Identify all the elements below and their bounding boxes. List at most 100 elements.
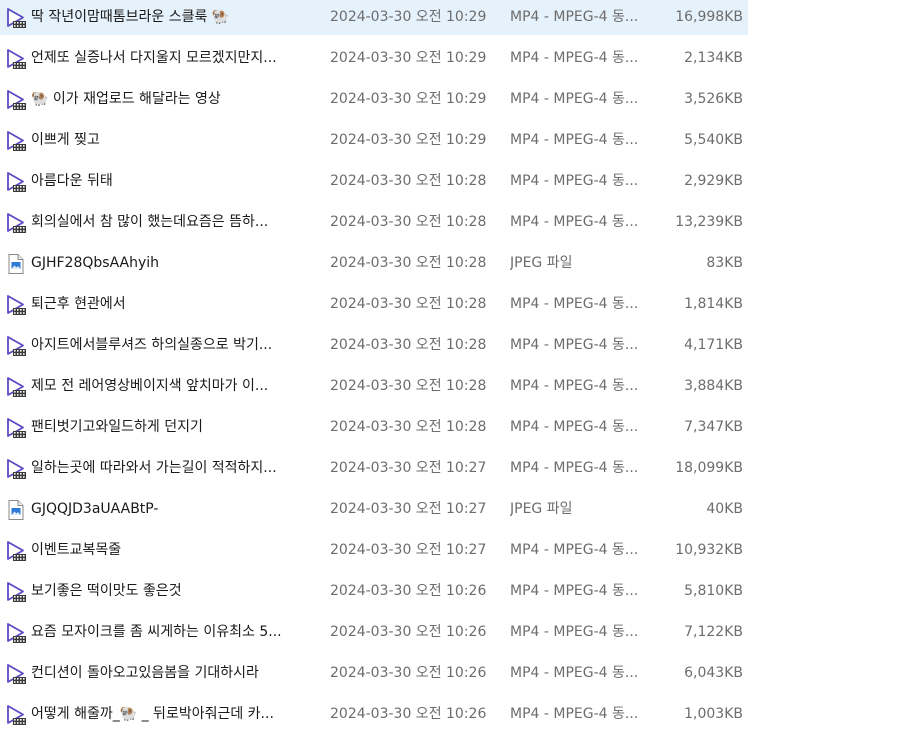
file-type: MP4 - MPEG-4 동...	[510, 378, 639, 394]
file-date-modified: 2024-03-30 오전 10:26	[330, 583, 487, 599]
file-date-modified: 2024-03-30 오전 10:28	[330, 378, 487, 394]
file-type: MP4 - MPEG-4 동...	[510, 624, 639, 640]
file-size: 2,134KB	[684, 50, 743, 66]
file-type: MP4 - MPEG-4 동...	[510, 214, 639, 230]
file-size: 1,814KB	[684, 296, 743, 312]
file-size: 10,932KB	[675, 542, 743, 558]
file-size: 83KB	[706, 255, 743, 271]
video-file-icon	[5, 622, 27, 644]
video-file-icon	[5, 704, 27, 726]
file-name: GJQQJD3aUAABtP-	[31, 501, 159, 517]
file-type: MP4 - MPEG-4 동...	[510, 460, 639, 476]
file-name: 팬티벗기고와일드하게 던지기	[31, 419, 203, 435]
file-name: 어떻게 해줄까_🐏 _ 뒤로박아줘근데 카...	[31, 706, 274, 722]
video-file-icon	[5, 294, 27, 316]
file-type: JPEG 파일	[510, 501, 573, 517]
file-size: 13,239KB	[675, 214, 743, 230]
file-size: 7,122KB	[684, 624, 743, 640]
file-date-modified: 2024-03-30 오전 10:28	[330, 337, 487, 353]
file-name: 제모 전 레어영상베이지색 앞치마가 이...	[31, 378, 269, 394]
file-row[interactable]: 보기좋은 떡이맛도 좋은것 2024-03-30 오전 10:26 MP4 - …	[0, 574, 748, 609]
file-date-modified: 2024-03-30 오전 10:28	[330, 296, 487, 312]
file-size: 4,171KB	[684, 337, 743, 353]
file-row[interactable]: 팬티벗기고와일드하게 던지기 2024-03-30 오전 10:28 MP4 -…	[0, 410, 748, 445]
jpeg-file-icon	[5, 253, 27, 275]
file-name: 아름다운 뒤태	[31, 173, 113, 189]
file-row[interactable]: 이쁘게 찢고 2024-03-30 오전 10:29 MP4 - MPEG-4 …	[0, 123, 748, 158]
video-file-icon	[5, 89, 27, 111]
video-file-icon	[5, 540, 27, 562]
file-row[interactable]: 퇴근후 현관에서 2024-03-30 오전 10:28 MP4 - MPEG-…	[0, 287, 748, 322]
video-file-icon	[5, 7, 27, 29]
file-size: 5,810KB	[684, 583, 743, 599]
file-row[interactable]: 아지트에서블루셔즈 하의실종으로 박기... 2024-03-30 오전 10:…	[0, 328, 748, 363]
file-type: MP4 - MPEG-4 동...	[510, 419, 639, 435]
file-date-modified: 2024-03-30 오전 10:26	[330, 706, 487, 722]
file-name: 회의실에서 참 많이 했는데요즘은 뜸하...	[31, 214, 269, 230]
file-type: MP4 - MPEG-4 동...	[510, 706, 639, 722]
file-name: 보기좋은 떡이맛도 좋은것	[31, 583, 182, 599]
file-date-modified: 2024-03-30 오전 10:26	[330, 624, 487, 640]
file-size: 6,043KB	[684, 665, 743, 681]
file-type: MP4 - MPEG-4 동...	[510, 9, 639, 25]
video-file-icon	[5, 335, 27, 357]
file-size: 16,998KB	[675, 9, 743, 25]
file-date-modified: 2024-03-30 오전 10:29	[330, 50, 487, 66]
file-date-modified: 2024-03-30 오전 10:28	[330, 173, 487, 189]
file-row[interactable]: 회의실에서 참 많이 했는데요즘은 뜸하... 2024-03-30 오전 10…	[0, 205, 748, 240]
file-type: MP4 - MPEG-4 동...	[510, 50, 639, 66]
file-date-modified: 2024-03-30 오전 10:29	[330, 132, 487, 148]
file-row[interactable]: 이벤트교복목줄 2024-03-30 오전 10:27 MP4 - MPEG-4…	[0, 533, 748, 568]
file-size: 2,929KB	[684, 173, 743, 189]
video-file-icon	[5, 663, 27, 685]
file-type: MP4 - MPEG-4 동...	[510, 542, 639, 558]
file-row[interactable]: 아름다운 뒤태 2024-03-30 오전 10:28 MP4 - MPEG-4…	[0, 164, 748, 199]
video-file-icon	[5, 458, 27, 480]
file-type: MP4 - MPEG-4 동...	[510, 91, 639, 107]
file-type: MP4 - MPEG-4 동...	[510, 665, 639, 681]
file-date-modified: 2024-03-30 오전 10:29	[330, 91, 487, 107]
file-size: 3,884KB	[684, 378, 743, 394]
file-size: 7,347KB	[684, 419, 743, 435]
file-date-modified: 2024-03-30 오전 10:27	[330, 501, 487, 517]
file-name: 이벤트교복목줄	[31, 542, 122, 558]
video-file-icon	[5, 130, 27, 152]
video-file-icon	[5, 212, 27, 234]
file-date-modified: 2024-03-30 오전 10:28	[330, 419, 487, 435]
file-name: 🐏 이가 재업로드 해달라는 영상	[31, 91, 221, 107]
video-file-icon	[5, 581, 27, 603]
file-name: 컨디션이 돌아오고있음봄을 기대하시라	[31, 665, 259, 681]
file-date-modified: 2024-03-30 오전 10:27	[330, 460, 487, 476]
file-list: 딱 작년이맘때톰브라운 스클룩 🐏 2024-03-30 오전 10:29 MP…	[0, 0, 915, 730]
file-date-modified: 2024-03-30 오전 10:26	[330, 665, 487, 681]
file-row[interactable]: 딱 작년이맘때톰브라운 스클룩 🐏 2024-03-30 오전 10:29 MP…	[0, 0, 748, 35]
file-size: 5,540KB	[684, 132, 743, 148]
file-size: 18,099KB	[675, 460, 743, 476]
file-type: MP4 - MPEG-4 동...	[510, 337, 639, 353]
file-date-modified: 2024-03-30 오전 10:28	[330, 214, 487, 230]
file-row[interactable]: 어떻게 해줄까_🐏 _ 뒤로박아줘근데 카... 2024-03-30 오전 1…	[0, 697, 748, 732]
file-row[interactable]: GJQQJD3aUAABtP- 2024-03-30 오전 10:27 JPEG…	[0, 492, 748, 527]
video-file-icon	[5, 171, 27, 193]
file-date-modified: 2024-03-30 오전 10:28	[330, 255, 487, 271]
file-row[interactable]: 요즘 모자이크를 좀 씨게하는 이유최소 5... 2024-03-30 오전 …	[0, 615, 748, 650]
file-date-modified: 2024-03-30 오전 10:29	[330, 9, 487, 25]
file-name: 일하는곳에 따라와서 가는길이 적적하지...	[31, 460, 277, 476]
file-type: MP4 - MPEG-4 동...	[510, 173, 639, 189]
file-size: 1,003KB	[684, 706, 743, 722]
file-name: 요즘 모자이크를 좀 씨게하는 이유최소 5...	[31, 624, 282, 640]
file-row[interactable]: 🐏 이가 재업로드 해달라는 영상 2024-03-30 오전 10:29 MP…	[0, 82, 748, 117]
file-row[interactable]: 일하는곳에 따라와서 가는길이 적적하지... 2024-03-30 오전 10…	[0, 451, 748, 486]
file-size: 40KB	[706, 501, 743, 517]
file-type: MP4 - MPEG-4 동...	[510, 296, 639, 312]
file-type: MP4 - MPEG-4 동...	[510, 583, 639, 599]
video-file-icon	[5, 48, 27, 70]
file-name: 아지트에서블루셔즈 하의실종으로 박기...	[31, 337, 273, 353]
file-size: 3,526KB	[684, 91, 743, 107]
file-name: 딱 작년이맘때톰브라운 스클룩 🐏	[31, 9, 230, 25]
file-type: JPEG 파일	[510, 255, 573, 271]
file-row[interactable]: 컨디션이 돌아오고있음봄을 기대하시라 2024-03-30 오전 10:26 …	[0, 656, 748, 691]
file-row[interactable]: GJHF28QbsAAhyih 2024-03-30 오전 10:28 JPEG…	[0, 246, 748, 281]
file-row[interactable]: 제모 전 레어영상베이지색 앞치마가 이... 2024-03-30 오전 10…	[0, 369, 748, 404]
file-row[interactable]: 언제또 실증나서 다지울지 모르겠지만지... 2024-03-30 오전 10…	[0, 41, 748, 76]
